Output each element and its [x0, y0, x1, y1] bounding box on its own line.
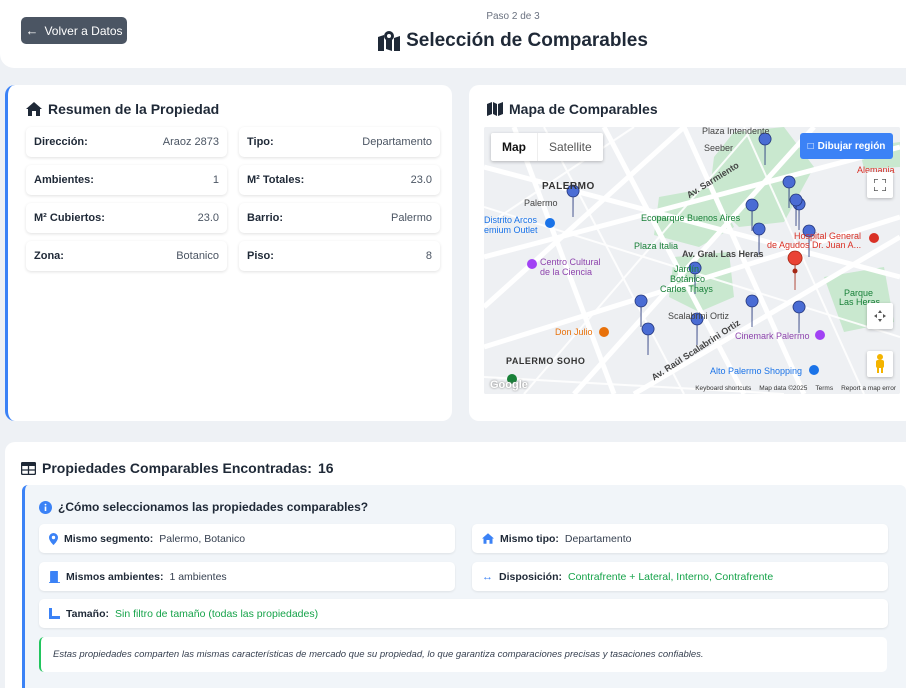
info-circle-icon: [39, 500, 52, 514]
report-error-link[interactable]: Report a map error: [841, 385, 896, 392]
fullscreen-button[interactable]: [867, 172, 893, 198]
field-neighborhood: Barrio: Palermo: [239, 203, 440, 233]
map-camera-control[interactable]: [867, 303, 893, 329]
home-icon: [26, 102, 42, 116]
google-logo: Google: [490, 379, 528, 391]
criterion-type: Mismo tipo: Departamento: [472, 524, 888, 553]
comparables-map-card: Mapa de Comparables PALERMO PALERMO SOHO…: [469, 85, 906, 421]
page-title-text: Selección de Comparables: [406, 30, 648, 51]
ruler-icon: [49, 608, 60, 619]
criterion-disposition: ↔ Disposición: Contrafrente + Lateral, I…: [472, 562, 888, 591]
field-zone: Zona: Botanico: [26, 241, 227, 271]
map-label-seeber: Seeber: [704, 143, 734, 153]
comparables-count: 16: [317, 460, 334, 476]
map-data-attribution: Map data ©2025: [759, 385, 808, 392]
map-label-jardin-1: Jardín: [674, 264, 700, 274]
google-map[interactable]: PALERMO PALERMO SOHO Palermo Distrito Ar…: [484, 127, 900, 394]
fullscreen-icon: [874, 179, 886, 191]
arrows-horizontal-icon: ↔: [482, 570, 493, 583]
map-label-hospital-2: de Agudos Dr. Juan A...: [767, 240, 862, 250]
map-label-cinemark: Cinemark Palermo: [735, 331, 810, 341]
map-label-distrito-arcos: Distrito Arcos: [484, 215, 538, 225]
property-fields: Dirección: Araoz 2873 Tipo: Departamento A…: [26, 127, 440, 271]
map-marked-icon: [378, 31, 401, 51]
field-type: Tipo: Departamento: [239, 127, 440, 157]
map-type-map-button[interactable]: Map: [491, 133, 537, 161]
field-rooms: Ambientes: 1: [26, 165, 227, 195]
map-title: Mapa de Comparables: [487, 101, 658, 117]
draw-region-button[interactable]: □ Dibujar región: [800, 133, 893, 159]
comparables-title: Propiedades Comparables Encontradas: 16: [21, 460, 334, 476]
keyboard-shortcuts-link[interactable]: Keyboard shortcuts: [695, 385, 751, 392]
comparables-title-text: Propiedades Comparables Encontradas:: [42, 460, 312, 476]
map-label-palermo: PALERMO: [542, 181, 595, 192]
field-floor: Piso: 8: [239, 241, 440, 271]
criterion-segment: Mismo segmento: Palermo, Botanico: [39, 524, 455, 553]
page-title: Selección de Comparables: [0, 30, 906, 52]
street-view-pegman[interactable]: [867, 351, 893, 377]
draw-polygon-icon: □: [807, 140, 814, 152]
map-label-plaza-italia: Plaza Italia: [634, 241, 679, 251]
page-header: ← Volver a Datos Paso 2 de 3 Selección d…: [0, 0, 906, 68]
table-icon: [21, 461, 36, 475]
move-arrows-icon: [874, 310, 886, 322]
map-pin-icon: [49, 532, 58, 545]
map-label-centro-cultural-2: de la Ciencia: [540, 267, 593, 277]
map-label-ecoparque: Ecoparque Buenos Aires: [641, 213, 741, 223]
home-icon: [482, 533, 494, 544]
map-label-palermo-station: Palermo: [524, 198, 558, 208]
field-address: Dirección: Araoz 2873: [26, 127, 227, 157]
map-type-satellite-button[interactable]: Satellite: [537, 133, 603, 161]
map-type-toggle: Map Satellite: [491, 133, 603, 161]
comparables-card: Propiedades Comparables Encontradas: 16 …: [5, 442, 906, 688]
pegman-icon: [876, 354, 884, 373]
field-covered-m2: M² Cubiertos: 23.0: [26, 203, 227, 233]
terms-link[interactable]: Terms: [815, 385, 833, 392]
summary-title: Resumen de la Propiedad: [26, 101, 219, 117]
map-label-palermo-soho: PALERMO SOHO: [506, 356, 586, 366]
map-label-scalabrini: Scalabrini Ortiz: [668, 311, 730, 321]
map-label-jardin-3: Carlos Thays: [660, 284, 713, 294]
map-label-jardin-2: Botánico: [670, 274, 706, 284]
door-icon: [49, 570, 60, 583]
map-label-premium-outlet: emium Outlet: [484, 225, 538, 235]
map-label-centro-cultural-1: Centro Cultural: [540, 257, 601, 267]
selection-info-box: ¿Cómo seleccionamos las propiedades comp…: [22, 485, 906, 688]
property-summary-card: Resumen de la Propiedad Dirección: Araoz …: [5, 85, 452, 421]
map-footer: Keyboard shortcuts Map data ©2025 Terms …: [695, 385, 896, 392]
criterion-size: Tamaño: Sin filtro de tamaño (todas las …: [39, 599, 888, 628]
step-indicator: Paso 2 de 3: [486, 11, 540, 22]
map-label-av-heras: Av. Gral. Las Heras: [682, 249, 764, 259]
map-label-don-julio: Don Julio: [555, 327, 593, 337]
map-label-plaza-intendente: Plaza Intendente: [702, 127, 770, 136]
info-title: ¿Cómo seleccionamos las propiedades comp…: [39, 500, 368, 514]
map-label-alto-palermo: Alto Palermo Shopping: [710, 366, 803, 376]
criterion-rooms: Mismos ambientes: 1 ambientes: [39, 562, 455, 591]
field-total-m2: M² Totales: 23.0: [239, 165, 440, 195]
comparables-note: Estas propiedades comparten las mismas c…: [39, 637, 887, 672]
map-icon: [487, 102, 503, 116]
